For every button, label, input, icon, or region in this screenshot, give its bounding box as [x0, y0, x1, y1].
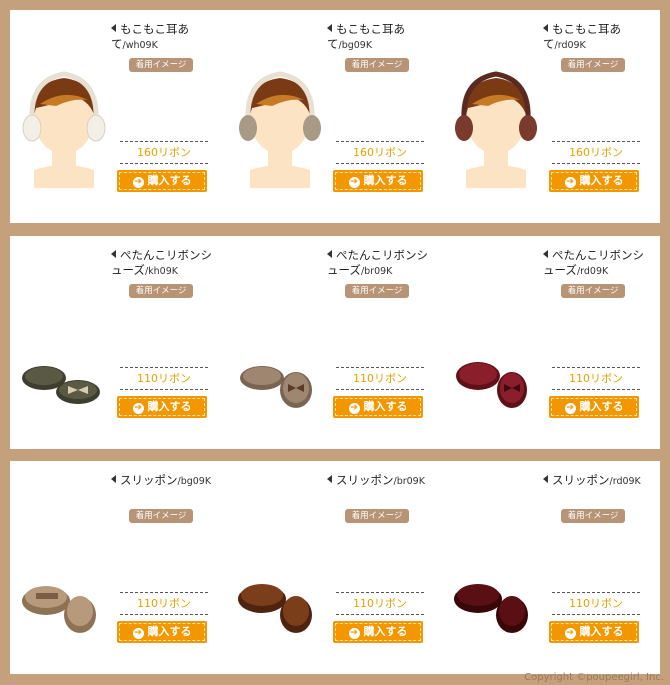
buy-button[interactable]: ➔ 購入する	[117, 396, 207, 418]
product-panel-earmuffs: もこもこ耳あて/wh09K 着用イメージ 160リボン ➔ 購入する もこもこ耳あ…	[10, 10, 660, 223]
price: 110リボン	[552, 367, 640, 390]
left-triangle-icon	[111, 250, 116, 258]
product-name[interactable]: ぺたんこリボンシューズ/kh09K	[111, 248, 223, 279]
product-card: スリッポン/rd09K 着用イメージ 110リボン ➔ 購入する	[442, 461, 657, 674]
price: 110リボン	[336, 592, 424, 615]
product-thumbnail[interactable]	[448, 48, 544, 188]
product-name[interactable]: ぺたんこリボンシューズ/rd09K	[543, 248, 655, 279]
arrow-circle-icon: ➔	[132, 628, 144, 639]
product-thumbnail[interactable]	[16, 48, 112, 188]
product-thumbnail[interactable]	[16, 274, 112, 414]
left-triangle-icon	[111, 475, 116, 483]
arrow-circle-icon: ➔	[564, 403, 576, 414]
product-thumbnail[interactable]	[448, 499, 544, 639]
arrow-circle-icon: ➔	[348, 403, 360, 414]
buy-button[interactable]: ➔ 購入する	[117, 170, 207, 192]
wear-image-button[interactable]: 着用イメージ	[561, 58, 625, 72]
product-card: スリッポン/bg09K 着用イメージ 110リボン ➔ 購入する	[10, 461, 225, 674]
wear-image-button[interactable]: 着用イメージ	[345, 509, 409, 523]
wear-image-button[interactable]: 着用イメージ	[129, 58, 193, 72]
arrow-circle-icon: ➔	[564, 628, 576, 639]
price: 110リボン	[552, 592, 640, 615]
product-card: もこもこ耳あて/wh09K 着用イメージ 160リボン ➔ 購入する	[10, 10, 225, 223]
price: 110リボン	[120, 367, 208, 390]
product-name[interactable]: もこもこ耳あて/bg09K	[327, 22, 439, 53]
product-name[interactable]: スリッポン/br09K	[327, 473, 439, 489]
arrow-circle-icon: ➔	[132, 403, 144, 414]
product-card: ぺたんこリボンシューズ/br09K 着用イメージ 110リボン ➔ 購入する	[226, 236, 441, 449]
product-card: ぺたんこリボンシューズ/rd09K 着用イメージ 110リボン ➔ 購入する	[442, 236, 657, 449]
product-thumbnail[interactable]	[232, 48, 328, 188]
buy-button[interactable]: ➔ 購入する	[549, 170, 639, 192]
product-thumbnail[interactable]	[16, 499, 112, 639]
wear-image-button[interactable]: 着用イメージ	[561, 284, 625, 298]
product-name[interactable]: スリッポン/bg09K	[111, 473, 223, 489]
product-panel-slip-on: スリッポン/bg09K 着用イメージ 110リボン ➔ 購入する スリッポン/br…	[10, 461, 660, 674]
buy-button[interactable]: ➔ 購入する	[549, 621, 639, 643]
product-thumbnail[interactable]	[232, 274, 328, 414]
price: 160リボン	[552, 141, 640, 164]
product-card: もこもこ耳あて/bg09K 着用イメージ 160リボン ➔ 購入する	[226, 10, 441, 223]
product-name[interactable]: ぺたんこリボンシューズ/br09K	[327, 248, 439, 279]
product-thumbnail[interactable]	[448, 274, 544, 414]
wear-image-button[interactable]: 着用イメージ	[561, 509, 625, 523]
price: 160リボン	[120, 141, 208, 164]
buy-button[interactable]: ➔ 購入する	[333, 396, 423, 418]
product-panel-flat-shoes: ぺたんこリボンシューズ/kh09K 着用イメージ 110リボン ➔ 購入する ぺた…	[10, 236, 660, 449]
arrow-circle-icon: ➔	[348, 177, 360, 188]
buy-button[interactable]: ➔ 購入する	[333, 621, 423, 643]
left-triangle-icon	[543, 475, 548, 483]
wear-image-button[interactable]: 着用イメージ	[129, 284, 193, 298]
price: 110リボン	[336, 367, 424, 390]
wear-image-button[interactable]: 着用イメージ	[129, 509, 193, 523]
arrow-circle-icon: ➔	[132, 177, 144, 188]
product-name[interactable]: スリッポン/rd09K	[543, 473, 655, 489]
product-name[interactable]: もこもこ耳あて/wh09K	[111, 22, 223, 53]
copyright: Copyright ©poupeegirl, Inc.	[524, 672, 664, 683]
buy-button[interactable]: ➔ 購入する	[333, 170, 423, 192]
buy-button[interactable]: ➔ 購入する	[549, 396, 639, 418]
left-triangle-icon	[327, 250, 332, 258]
price: 160リボン	[336, 141, 424, 164]
product-card: ぺたんこリボンシューズ/kh09K 着用イメージ 110リボン ➔ 購入する	[10, 236, 225, 449]
buy-button[interactable]: ➔ 購入する	[117, 621, 207, 643]
price: 110リボン	[120, 592, 208, 615]
product-name[interactable]: もこもこ耳あて/rd09K	[543, 22, 655, 53]
left-triangle-icon	[327, 475, 332, 483]
wear-image-button[interactable]: 着用イメージ	[345, 284, 409, 298]
left-triangle-icon	[327, 24, 332, 32]
wear-image-button[interactable]: 着用イメージ	[345, 58, 409, 72]
product-thumbnail[interactable]	[232, 499, 328, 639]
left-triangle-icon	[543, 250, 548, 258]
product-card: もこもこ耳あて/rd09K 着用イメージ 160リボン ➔ 購入する	[442, 10, 657, 223]
arrow-circle-icon: ➔	[348, 628, 360, 639]
left-triangle-icon	[543, 24, 548, 32]
product-card: スリッポン/br09K 着用イメージ 110リボン ➔ 購入する	[226, 461, 441, 674]
arrow-circle-icon: ➔	[564, 177, 576, 188]
left-triangle-icon	[111, 24, 116, 32]
